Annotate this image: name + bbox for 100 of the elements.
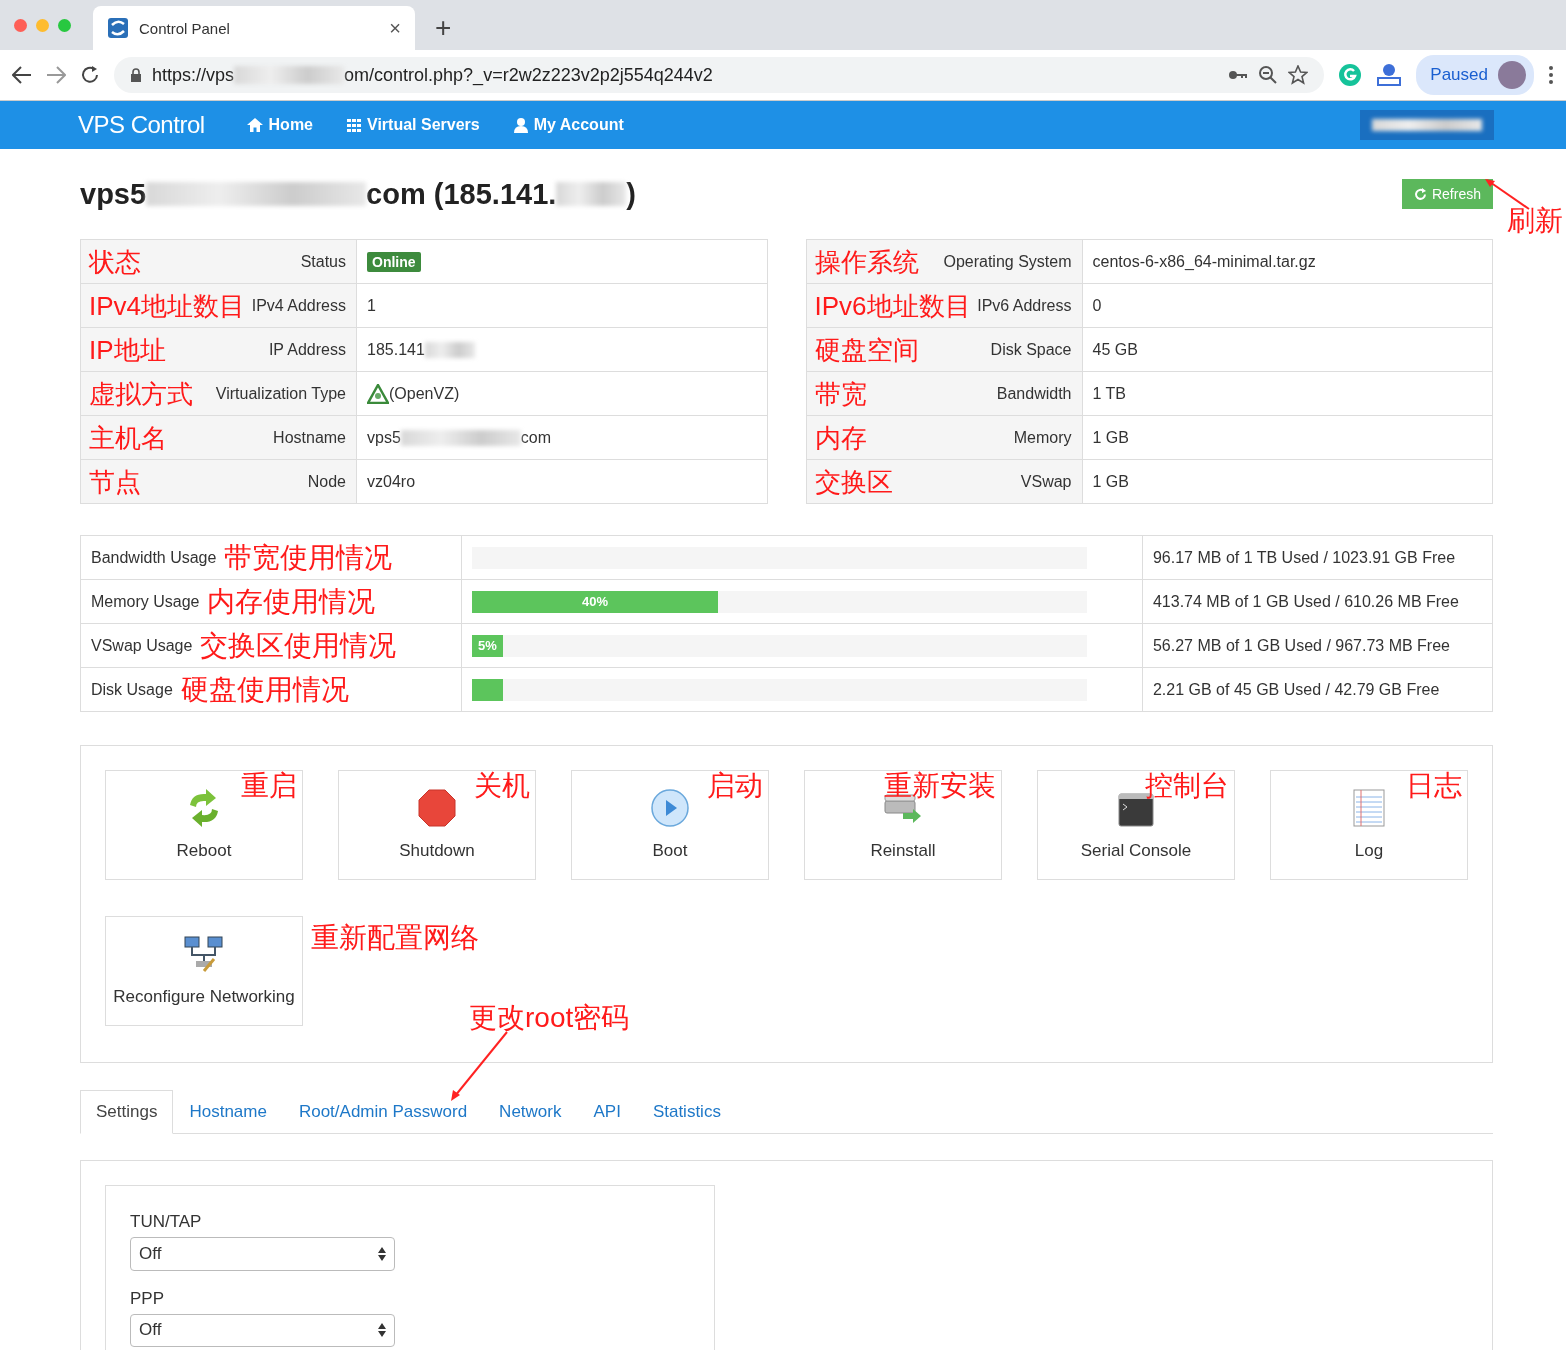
grid-icon [347,118,361,132]
redacted-blur [556,182,627,206]
annotation: 刷新 [1507,207,1563,235]
field-value: vz04ro [367,472,416,490]
field-value: 185.141 [367,340,425,359]
annotation: 虚拟方式 [89,380,193,407]
address-bar[interactable]: https://vps om/control.php?_v=r2w2z223v2p2j554q244v2 [114,57,1325,93]
field-label: Virtualization Type [215,384,346,403]
annotation: 内存 [814,424,867,451]
field-label: IP Address [268,340,346,359]
field-label: Node [307,472,346,491]
annotation: 节点 [89,468,141,495]
stop-sign-icon [418,789,456,827]
tab[interactable]: Network [483,1090,578,1134]
annotation: 内存使用情况 [207,587,376,616]
field-value: 45 GB [1092,340,1138,358]
annotation: 状态 [89,248,141,275]
field-value: vps5 [367,428,401,447]
annotation: 操作系统 [814,248,919,275]
url-text: https://vps [152,64,235,86]
annotation: 硬盘使用情况 [180,675,349,704]
field-value: 0 [1092,296,1102,314]
field-value: 1 [367,296,376,314]
tab-close-button[interactable]: × [389,16,401,40]
field-label: PPP [130,1288,166,1309]
annotation: 带宽使用情况 [224,543,393,572]
annotation: 硬盘空间 [814,336,919,363]
reload-icon[interactable] [80,65,100,85]
field-label: IPv6 Address [977,296,1072,315]
notepad-icon [1353,789,1385,827]
annotation: 日志 [1406,772,1462,800]
tab[interactable]: Root/Admin Password [282,1090,484,1134]
annotation: IPv4地址数目 [89,292,246,319]
new-tab-button[interactable]: + [435,12,452,44]
field-label: Disk Space [990,340,1072,359]
field-label: Memory [1013,428,1072,447]
user-menu-button[interactable] [1360,110,1494,140]
field-value: 1 TB [1092,384,1126,402]
field-label: Status [300,252,346,271]
home-icon [246,118,263,132]
updown-icon [378,1323,386,1338]
play-icon [651,789,689,827]
field-label: IPv4 Address [251,296,346,315]
field-value: (OpenVZ) [389,384,460,403]
tab[interactable]: Settings [80,1090,174,1134]
zoom-out-icon[interactable] [1258,65,1279,85]
url-text: om/control.php?_v=r2w2z223v2p2j554q244v2 [344,64,713,86]
annotation: 更改root密码 [469,1004,630,1032]
dropdown[interactable]: Off [130,1313,395,1347]
annotation: 控制台 [1145,772,1229,800]
star-icon[interactable] [1288,65,1309,85]
tab[interactable]: Statistics [636,1090,737,1134]
extension-person-icon[interactable] [1376,63,1403,87]
tab[interactable]: API [577,1090,637,1134]
refresh-icon [1413,187,1427,201]
browser-tab[interactable]: Control Panel × [93,6,415,50]
dropdown[interactable]: Off [130,1237,395,1271]
usage-label: Memory Usage [91,592,200,611]
arrow [449,1030,509,1102]
tab-favicon-icon [107,17,129,39]
field-value: 1 GB [1092,428,1129,446]
annotation: 带宽 [814,380,867,407]
progress-fill: 5% [472,634,503,657]
tab[interactable]: Hostname [173,1090,283,1134]
field-label: Hostname [273,428,346,447]
key-icon[interactable] [1228,69,1249,81]
tab-title: Control Panel [139,19,231,37]
field-label: Bandwidth [996,384,1072,403]
status-badge: Online [367,251,421,272]
field-label: Operating System [943,252,1072,271]
usage-label: Bandwidth Usage [91,548,217,567]
field-label: VSwap [1020,472,1072,491]
annotation: 重启 [241,772,297,800]
usage-label: VSwap Usage [91,636,193,655]
usage-reading: 56.27 MB of 1 GB Used / 967.73 MB Free [1142,623,1493,668]
profile-button[interactable]: Paused [1416,55,1534,95]
annotation: IPv6地址数目 [814,292,971,319]
usage-reading: 2.21 GB of 45 GB Used / 42.79 GB Free [1142,667,1493,712]
annotation: 主机名 [89,424,167,451]
lock-icon [130,67,142,83]
menu-icon[interactable] [1548,65,1554,85]
action-button[interactable]: Reconfigure Networking [105,916,303,1026]
annotation: IP地址 [89,336,166,363]
updown-icon [378,1246,386,1261]
field-value: com [520,428,552,447]
server-title: vps5 [80,177,147,211]
annotation: 交换区 [814,468,893,495]
usage-reading: 96.17 MB of 1 TB Used / 1023.91 GB Free [1142,535,1493,580]
user-icon [513,117,528,133]
redacted-blur [424,341,475,358]
server-title: com (185.141. [366,177,557,211]
forward-icon[interactable] [46,66,66,84]
annotation: 重新配置网络 [311,924,479,952]
network-icon [184,935,224,973]
back-icon[interactable] [12,66,32,84]
field-value: 1 GB [1092,472,1129,490]
progress-fill: 40% [472,590,718,613]
field-label: TUN/TAP [130,1212,203,1232]
field-value: centos-6-x86_64-minimal.tar.gz [1092,252,1316,270]
annotation: 交换区使用情况 [200,631,397,660]
